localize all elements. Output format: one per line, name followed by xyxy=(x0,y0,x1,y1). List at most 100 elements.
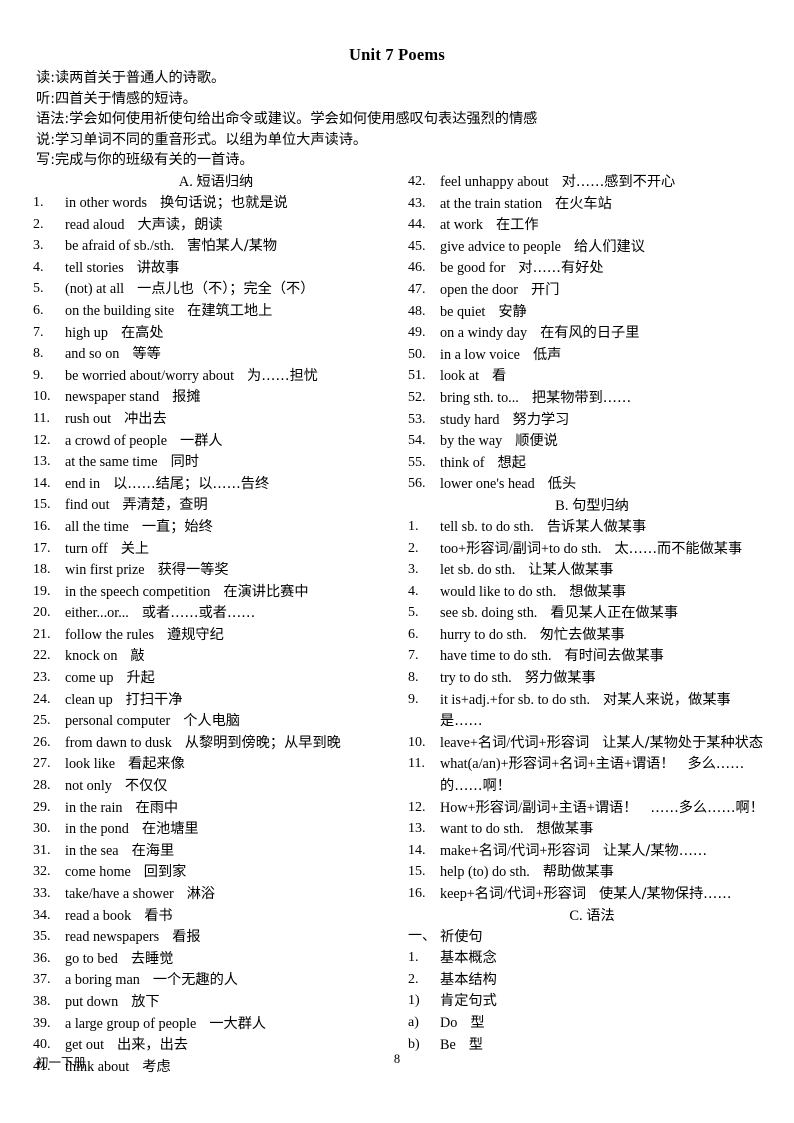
list-item: 34. read a book 看书 xyxy=(33,906,393,928)
list-item: 52. bring sth. to... 把某物带到…… xyxy=(408,388,770,410)
list-item-chinese: 一点儿也（不）；完全（不） xyxy=(137,281,315,298)
list-item-number: 53. xyxy=(408,411,426,427)
list-item-chinese: 对……感到不开心 xyxy=(561,174,676,190)
list-item-english: Be xyxy=(440,1036,456,1053)
list-item-number: 8. xyxy=(33,346,44,362)
list-item-number: 12. xyxy=(408,799,426,815)
list-item-chinese: 获得一等奖 xyxy=(157,562,229,579)
list-item: 23. come up 升起 xyxy=(33,668,393,690)
list-item-chinese: 努力学习 xyxy=(512,411,570,428)
section-a-heading: A. 短语归纳 xyxy=(33,172,393,193)
list-item-english: Do xyxy=(440,1014,458,1031)
document-page: Unit 7 Poems 读:读两首关于普通人的诗歌。 听:四首关于情感的短诗。… xyxy=(0,0,794,1123)
list-item-number: 11. xyxy=(33,410,50,426)
list-item-chinese: 太……而不能做某事 xyxy=(614,540,743,557)
list-item-number: 22. xyxy=(33,648,51,664)
list-item-chinese: 不仅仅 xyxy=(124,778,168,795)
phrase-list-right: 42. feel unhappy about 对……感到不开心 43. at the … xyxy=(408,172,770,496)
list-item-english: take/have a shower xyxy=(65,886,174,902)
list-item-chinese: 放下 xyxy=(131,993,160,1010)
list-item: 53. study hard 努力学习 xyxy=(408,410,770,432)
list-item-english: study hard xyxy=(440,411,500,428)
list-item-number: 21. xyxy=(33,626,51,642)
list-item-chinese: 让某人/某物处于某种状态 xyxy=(602,734,764,751)
list-item-chinese: 同时 xyxy=(170,454,199,471)
list-item: 31. in the sea 在海里 xyxy=(33,841,393,863)
list-item-number: 26. xyxy=(33,734,51,750)
list-item: 49. on a windy day 在有风的日子里 xyxy=(408,323,770,345)
list-item-chinese: 一大群人 xyxy=(209,1015,267,1032)
list-item-english: lower one's head xyxy=(440,476,535,493)
list-item: 15. find out 弄清楚，查明 xyxy=(33,495,393,517)
list-item-number: 11. xyxy=(408,756,425,772)
list-item-english: by the way xyxy=(440,433,503,450)
list-item: 55. think of 想起 xyxy=(408,453,770,475)
list-item-number: 42. xyxy=(408,174,426,189)
list-item-number: 15. xyxy=(408,864,426,880)
list-item: 5. see sb. doing sth. 看见某人正在做某事 xyxy=(408,603,770,625)
list-item-number: 9. xyxy=(33,367,44,383)
list-item-chinese: 安静 xyxy=(498,303,527,320)
list-item: 51. look at 看 xyxy=(408,366,770,388)
list-item-chinese: 肯定句式 xyxy=(440,993,497,1010)
list-item-number: 2. xyxy=(33,216,44,232)
list-item-number: 49. xyxy=(408,325,426,341)
list-item-english: look at xyxy=(440,368,480,385)
list-item: 37. a boring man 一个无趣的人 xyxy=(33,970,393,992)
list-item-chinese: 冲出去 xyxy=(124,410,167,427)
list-item-chinese: 看见某人正在做某事 xyxy=(550,605,679,622)
list-item-english: get out xyxy=(65,1037,105,1054)
list-item-english: high up xyxy=(65,324,108,341)
list-item-english: look like xyxy=(65,756,116,773)
list-item-chinese: 帮助做某事 xyxy=(542,864,614,881)
list-item-chinese: 使某人/某物保持…… xyxy=(599,886,732,902)
list-item-chinese: 在工作 xyxy=(495,217,539,234)
list-item-number: 34. xyxy=(33,907,51,923)
list-item-number: 3. xyxy=(33,238,44,254)
list-item-english: be good for xyxy=(440,260,506,277)
intro-block: 读:读两首关于普通人的诗歌。 听:四首关于情感的短诗。 语法:学会如何使用祈使句… xyxy=(36,68,766,171)
page-footer: 初一下册 8 xyxy=(0,1052,794,1074)
list-item: 7. have time to do sth. 有时间去做某事 xyxy=(408,646,770,668)
list-item: 45. give advice to people 给人们建议 xyxy=(408,237,770,259)
list-item-number: 10. xyxy=(33,389,51,405)
list-item: 44. at work 在工作 xyxy=(408,215,770,237)
list-item-number: 16. xyxy=(408,886,426,901)
list-item: 16. all the time 一直；始终 xyxy=(33,517,393,539)
list-item-chinese: 换句话说；也就是说 xyxy=(159,195,288,211)
list-item-chinese: 看起来像 xyxy=(128,756,185,773)
list-item-english: leave+名词/代词+形容词 xyxy=(440,734,590,751)
list-item-chinese: 看报 xyxy=(172,929,201,946)
list-item-number: 12. xyxy=(33,432,51,448)
list-item-english: read newspapers xyxy=(65,929,160,946)
list-item-english: come home xyxy=(65,864,131,881)
list-item: 9. be worried about/worry about 为……担忧 xyxy=(33,366,393,388)
list-item: 12. How+形容词/副词+主语+谓语！ ……多么……啊！ xyxy=(408,798,770,820)
list-item-number: 36. xyxy=(33,950,51,966)
list-item-english: what(a/an)+形容词+名词+主语+谓语！ xyxy=(440,756,675,773)
list-item-english: (not) at all xyxy=(65,281,125,298)
list-item: 13. want to do sth. 想做某事 xyxy=(408,819,770,841)
